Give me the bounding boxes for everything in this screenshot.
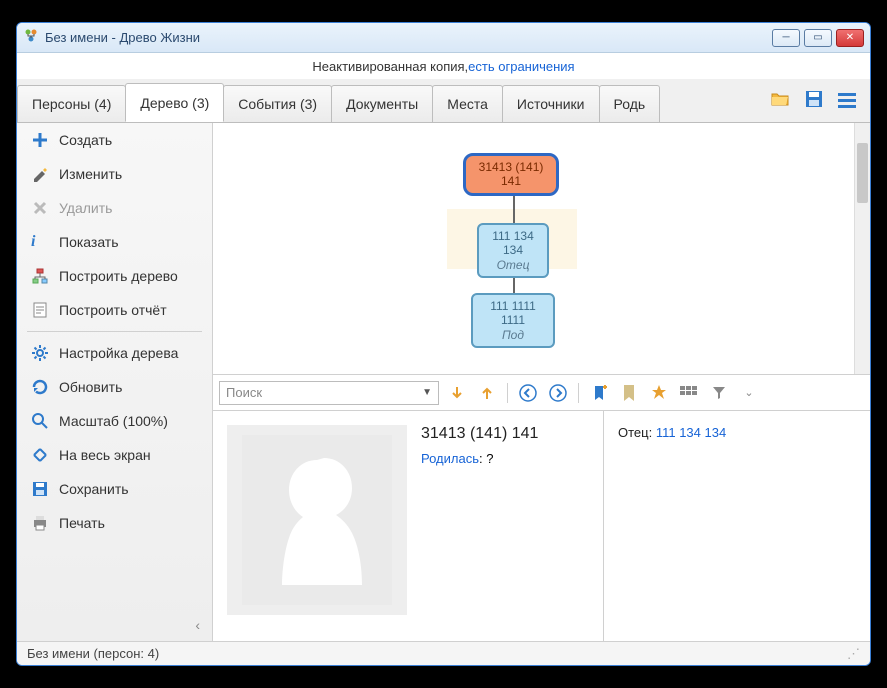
scrollbar-thumb[interactable] [857,143,868,203]
tree-node-root[interactable]: 31413 (141) 141 [463,153,559,196]
tab-persons[interactable]: Персоны (4) [17,85,126,122]
grid-view-icon[interactable] [677,381,701,405]
sidebar-refresh-label: Обновить [59,379,122,395]
detail-toolbar: Поиск▼ ⌄ [213,375,870,411]
sidebar-divider [27,331,202,332]
sidebar-edit[interactable]: Изменить [17,157,212,191]
sidebar-refresh[interactable]: Обновить [17,370,212,404]
tab-documents[interactable]: Документы [331,85,433,122]
sidebar-fullscreen[interactable]: На весь экран [17,438,212,472]
sidebar-edit-label: Изменить [59,166,122,182]
sidebar-save[interactable]: Сохранить [17,472,212,506]
tab-tree[interactable]: Дерево (3) [125,83,224,122]
tab-sources[interactable]: Источники [502,85,600,122]
resize-grip[interactable]: ⋰ [847,646,860,662]
sidebar-delete: Удалить [17,191,212,225]
relation-link[interactable]: 111 134 134 [656,425,726,440]
person-born: Родилась: ? [421,451,589,466]
activation-link[interactable]: есть ограничения [468,59,574,74]
activation-text: Неактивированная копия, [312,59,468,74]
content: Создать Изменить Удалить iПоказать Постр… [17,123,870,641]
sidebar-zoom[interactable]: Масштаб (100%) [17,404,212,438]
status-text: Без имени (персон: 4) [27,646,159,661]
detail-left: 31413 (141) 141 Родилась: ? [213,411,603,641]
window-title: Без имени - Древо Жизни [45,30,200,45]
app-icon [23,28,39,47]
sidebar-print[interactable]: Печать [17,506,212,540]
scrollbar-vertical[interactable] [854,123,870,374]
sidebar-settings-label: Настройка дерева [59,345,178,361]
sidebar-print-label: Печать [59,515,105,531]
sidebar-build-tree[interactable]: Построить дерево [17,259,212,293]
sidebar-zoom-label: Масштаб (100%) [59,413,168,429]
activation-notice: Неактивированная копия, есть ограничения [17,53,870,79]
sidebar-build-report[interactable]: Построить отчёт [17,293,212,327]
bookmark-add-icon[interactable] [587,381,611,405]
tab-places[interactable]: Места [432,85,503,122]
sidebar-create-label: Создать [59,132,112,148]
window-controls: ─ ▭ ✕ [772,29,864,47]
search-input[interactable]: Поиск▼ [219,381,439,405]
sidebar-show-label: Показать [59,234,119,250]
sidebar-delete-label: Удалить [59,200,112,216]
minimize-button[interactable]: ─ [772,29,800,47]
sidebar-save-label: Сохранить [59,481,129,497]
sidebar-buildreport-label: Построить отчёт [59,302,167,318]
detail-panel: 31413 (141) 141 Родилась: ? Отец: 111 13… [213,411,870,641]
dropdown-icon: ▼ [422,387,432,398]
sidebar-settings[interactable]: Настройка дерева [17,336,212,370]
close-button[interactable]: ✕ [836,29,864,47]
nav-back-icon[interactable] [516,381,540,405]
sidebar-collapse[interactable]: ‹ [17,609,212,641]
filter-icon[interactable] [707,381,731,405]
sidebar: Создать Изменить Удалить iПоказать Постр… [17,123,213,641]
menu-icon[interactable] [838,93,856,108]
titlebar: Без имени - Древо Жизни ─ ▭ ✕ [17,23,870,53]
tab-events[interactable]: События (3) [223,85,332,122]
app-window: Без имени - Древо Жизни ─ ▭ ✕ Неактивиро… [16,22,871,666]
statusbar: Без имени (персон: 4) ⋰ [17,641,870,665]
tabs-actions [756,79,870,122]
sidebar-show[interactable]: iПоказать [17,225,212,259]
save-icon[interactable] [804,89,824,112]
bookmark-icon[interactable] [617,381,641,405]
avatar [227,425,407,615]
detail-right: Отец: 111 134 134 [603,411,870,641]
nav-forward-icon[interactable] [546,381,570,405]
tree-canvas[interactable]: 31413 (141) 141 111 134 134Отец 111 1111… [213,123,870,375]
sidebar-create[interactable]: Создать [17,123,212,157]
star-icon[interactable] [647,381,671,405]
tree-node-grand[interactable]: 111 1111 1111Под [471,293,555,348]
tabs-row: Персоны (4) Дерево (3) События (3) Докум… [17,79,870,123]
arrow-down-icon[interactable] [445,381,469,405]
person-info: 31413 (141) 141 Родилась: ? [421,425,589,627]
tab-families[interactable]: Родь [599,85,661,122]
sidebar-buildtree-label: Построить дерево [59,268,178,284]
relation-label: Отец: [618,425,656,440]
main-area: 31413 (141) 141 111 134 134Отец 111 1111… [213,123,870,641]
person-name: 31413 (141) 141 [421,425,589,443]
arrow-up-icon[interactable] [475,381,499,405]
sidebar-fullscreen-label: На весь экран [59,447,151,463]
more-icon[interactable]: ⌄ [737,381,761,405]
maximize-button[interactable]: ▭ [804,29,832,47]
tree-node-father[interactable]: 111 134 134Отец [477,223,549,278]
open-folder-icon[interactable] [770,89,790,112]
